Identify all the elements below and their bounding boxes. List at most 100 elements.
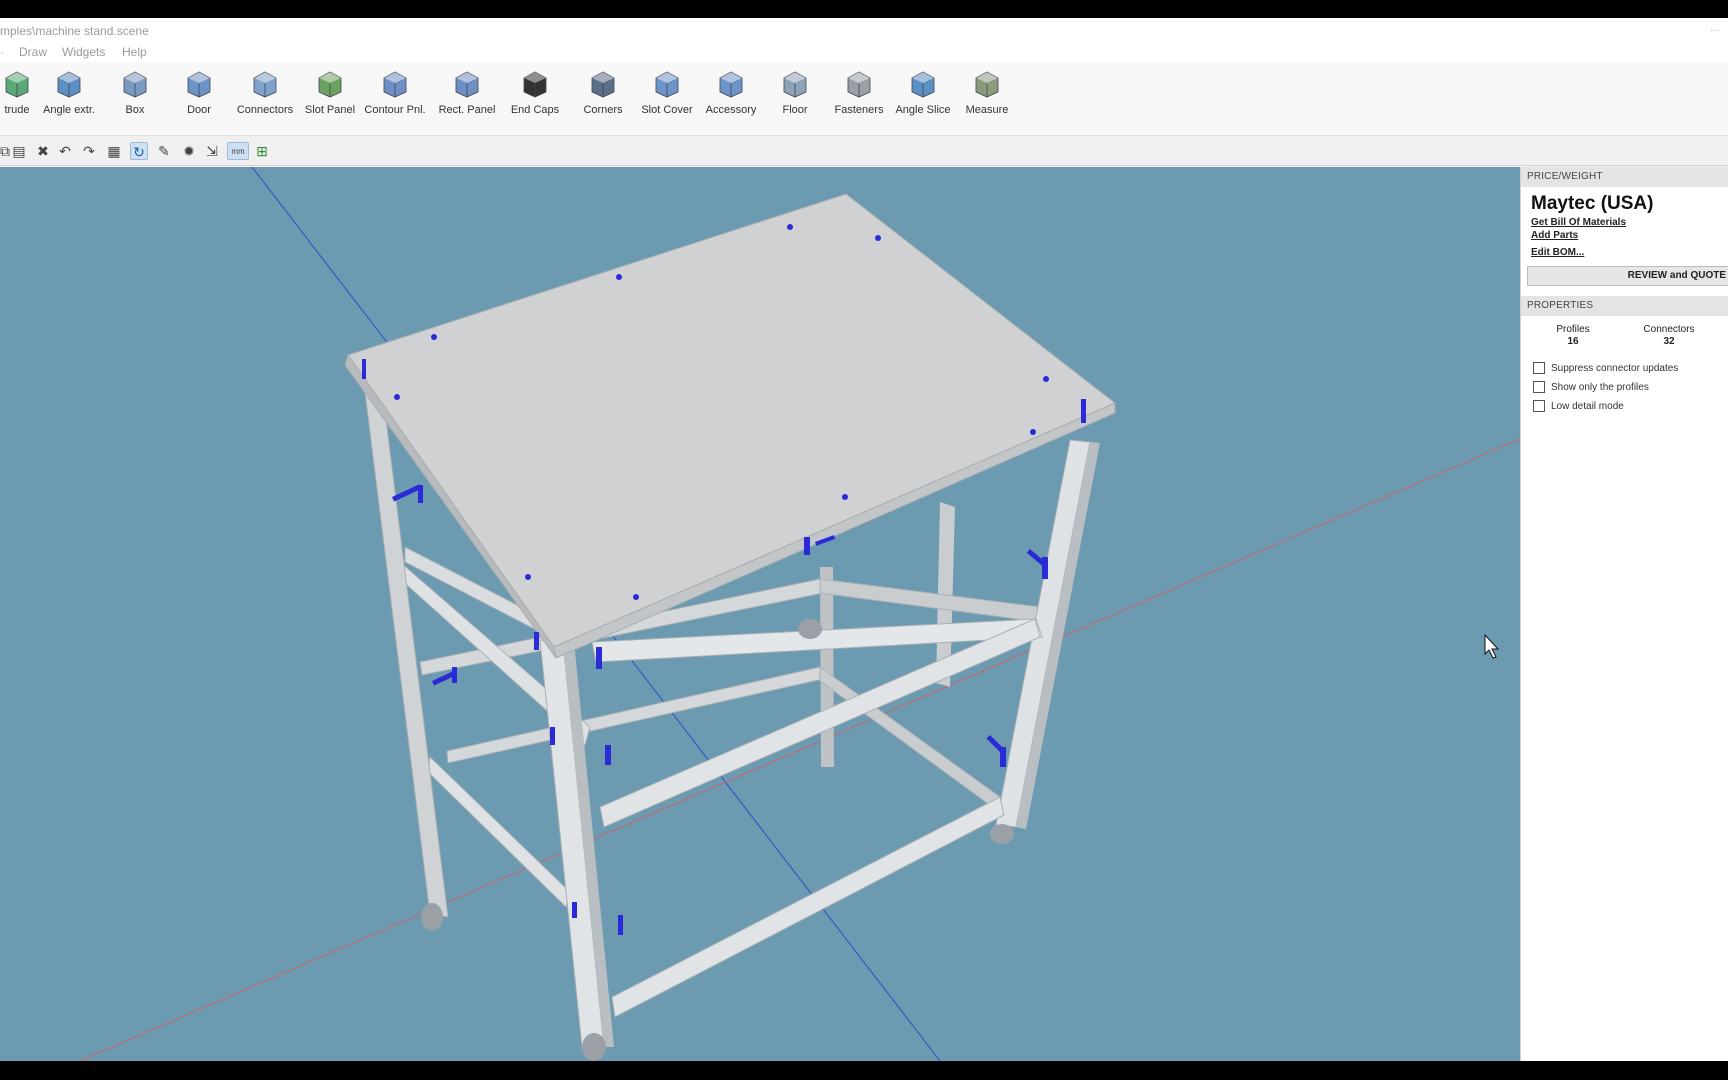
ribbon-box-button[interactable]: Box bbox=[100, 66, 170, 132]
ribbon-rect-panel-button[interactable]: Rect. Panel bbox=[432, 66, 502, 132]
slot-cover-icon bbox=[655, 71, 679, 98]
ribbon-button-label: Measure bbox=[965, 104, 1009, 116]
ribbon-contour-panel-button[interactable]: Contour Pnl. bbox=[360, 66, 430, 132]
checkbox-label: Show only the profiles bbox=[1551, 381, 1649, 393]
door-icon bbox=[187, 71, 211, 98]
ribbon-corners-button[interactable]: Corners bbox=[568, 66, 638, 132]
front-rail-bottom bbox=[611, 796, 1005, 1018]
box-icon bbox=[123, 71, 147, 98]
ribbon-angle-slice-button[interactable]: Angle Slice bbox=[888, 66, 958, 132]
corners-icon bbox=[591, 71, 615, 98]
checkbox-label: Suppress connector updates bbox=[1551, 362, 1679, 374]
profiles-stat: Profiles 16 bbox=[1533, 324, 1613, 347]
paste-icon[interactable]: ▤ bbox=[10, 142, 28, 160]
accessory-icon bbox=[719, 71, 743, 98]
caster-wheel bbox=[421, 903, 443, 931]
menu-widgets[interactable]: Widgets bbox=[62, 45, 105, 59]
connectors-count: 32 bbox=[1663, 336, 1675, 347]
low-detail-checkbox[interactable]: Low detail mode bbox=[1533, 399, 1728, 413]
measure-icon bbox=[975, 71, 999, 98]
ribbon-floor-button[interactable]: Floor bbox=[760, 66, 830, 132]
grid-icon[interactable]: ▦ bbox=[105, 142, 123, 160]
properties-header: PROPERTIES bbox=[1521, 296, 1728, 316]
angle-extrude-icon bbox=[57, 71, 81, 98]
ribbon-angle-extrude-button[interactable]: Angle extr. bbox=[34, 66, 104, 132]
mouse-cursor-icon bbox=[1484, 633, 1500, 659]
machine-stand-model[interactable] bbox=[344, 193, 1116, 1061]
profiles-count: 16 bbox=[1567, 336, 1579, 347]
checkbox-box[interactable] bbox=[1533, 362, 1545, 374]
ribbon-slot-panel-button[interactable]: Slot Panel bbox=[295, 66, 365, 132]
connectors-label: Connectors bbox=[1643, 324, 1695, 335]
edit-bom-link[interactable]: Edit BOM... bbox=[1531, 247, 1728, 258]
redo-icon[interactable]: ↷ bbox=[80, 142, 98, 160]
price-weight-header: PRICE/WEIGHT bbox=[1521, 167, 1728, 187]
side-panel: PRICE/WEIGHT Maytec (USA) Get Bill Of Ma… bbox=[1520, 167, 1728, 1061]
ribbon-measure-button[interactable]: Measure bbox=[952, 66, 1022, 132]
caster-wheel bbox=[798, 619, 822, 639]
rect-panel-icon bbox=[455, 71, 479, 98]
menu-separator: · bbox=[0, 45, 4, 59]
checkbox-label: Low detail mode bbox=[1551, 400, 1624, 412]
units-icon[interactable]: mm bbox=[227, 142, 249, 160]
get-bom-link[interactable]: Get Bill Of Materials bbox=[1531, 217, 1728, 228]
ribbon-connectors-button[interactable]: Connectors bbox=[230, 66, 300, 132]
caster-wheel bbox=[582, 1033, 606, 1061]
add-parts-link[interactable]: Add Parts bbox=[1531, 230, 1728, 241]
ribbon-slot-cover-button[interactable]: Slot Cover bbox=[632, 66, 702, 132]
ribbon-button-label: Slot Panel bbox=[304, 104, 356, 116]
scene-canvas[interactable] bbox=[0, 167, 1520, 1061]
end-caps-icon bbox=[523, 71, 547, 98]
vendor-name: Maytec (USA) bbox=[1531, 193, 1654, 214]
menu-draw[interactable]: Draw bbox=[19, 45, 47, 59]
ribbon-button-label: Rect. Panel bbox=[438, 104, 496, 116]
ribbon-button-label: Contour Pnl. bbox=[364, 104, 426, 116]
checkbox-box[interactable] bbox=[1533, 381, 1545, 393]
fasteners-icon bbox=[847, 71, 871, 98]
contour-panel-icon bbox=[383, 71, 407, 98]
window-controls[interactable]: ... bbox=[1710, 20, 1720, 34]
undo-icon[interactable]: ↶ bbox=[56, 142, 74, 160]
settings-icon[interactable]: ✹ bbox=[180, 142, 198, 160]
ribbon-button-label: Box bbox=[125, 104, 145, 116]
edit-icon[interactable]: ✎ bbox=[155, 142, 173, 160]
ribbon-button-label: Floor bbox=[782, 104, 808, 116]
slot-panel-icon bbox=[318, 71, 342, 98]
snap-icon[interactable]: ⊞ bbox=[253, 142, 271, 160]
window-title: mples\machine stand.scene bbox=[0, 24, 149, 38]
quick-toolbar: ⧉ ▤ ✖ ↶ ↷ ▦ ↻ ✎ ✹ ⇲ mm ⊞ bbox=[0, 136, 1728, 166]
export-icon[interactable]: ⇲ bbox=[203, 142, 221, 160]
model-stats: Profiles 16 Connectors 32 bbox=[1521, 320, 1728, 356]
connectors-icon bbox=[253, 71, 277, 98]
menu-bar: · Draw Widgets Help bbox=[0, 42, 1728, 62]
profiles-label: Profiles bbox=[1556, 324, 1590, 335]
review-quote-button[interactable]: REVIEW and QUOTE bbox=[1527, 266, 1728, 286]
title-bar: mples\machine stand.scene ... bbox=[0, 18, 1728, 42]
ribbon-button-label: Fasteners bbox=[834, 104, 884, 116]
angle-slice-icon bbox=[911, 71, 935, 98]
ribbon-button-label: Angle Slice bbox=[895, 104, 951, 116]
ribbon-button-label: Connectors bbox=[236, 104, 294, 116]
ribbon-button-label: Slot Cover bbox=[641, 104, 693, 116]
menu-help[interactable]: Help bbox=[122, 45, 147, 59]
app-window: mples\machine stand.scene ... · Draw Wid… bbox=[0, 18, 1728, 1061]
show-profiles-checkbox[interactable]: Show only the profiles bbox=[1533, 380, 1728, 394]
ribbon-button-label: Door bbox=[187, 104, 211, 116]
checkbox-box[interactable] bbox=[1533, 400, 1545, 412]
suppress-updates-checkbox[interactable]: Suppress connector updates bbox=[1533, 361, 1728, 375]
connectors-stat: Connectors 32 bbox=[1629, 324, 1709, 347]
ribbon-fasteners-button[interactable]: Fasteners bbox=[824, 66, 894, 132]
ribbon-button-label: Angle extr. bbox=[43, 104, 95, 116]
ribbon-toolbar: trude Angle extr. Box Door Connectors Slot Pa… bbox=[0, 62, 1728, 136]
ribbon-accessory-button[interactable]: Accessory bbox=[696, 66, 766, 132]
caster-wheel bbox=[990, 824, 1014, 844]
ribbon-button-label: End Caps bbox=[510, 104, 560, 116]
floor-icon bbox=[783, 71, 807, 98]
extrude-icon bbox=[5, 71, 29, 98]
3d-viewport[interactable] bbox=[0, 167, 1520, 1061]
rotate-icon[interactable]: ↻ bbox=[130, 142, 148, 160]
ribbon-button-label: Corners bbox=[583, 104, 623, 116]
ribbon-end-caps-button[interactable]: End Caps bbox=[500, 66, 570, 132]
ribbon-door-button[interactable]: Door bbox=[164, 66, 234, 132]
delete-icon[interactable]: ✖ bbox=[34, 142, 52, 160]
